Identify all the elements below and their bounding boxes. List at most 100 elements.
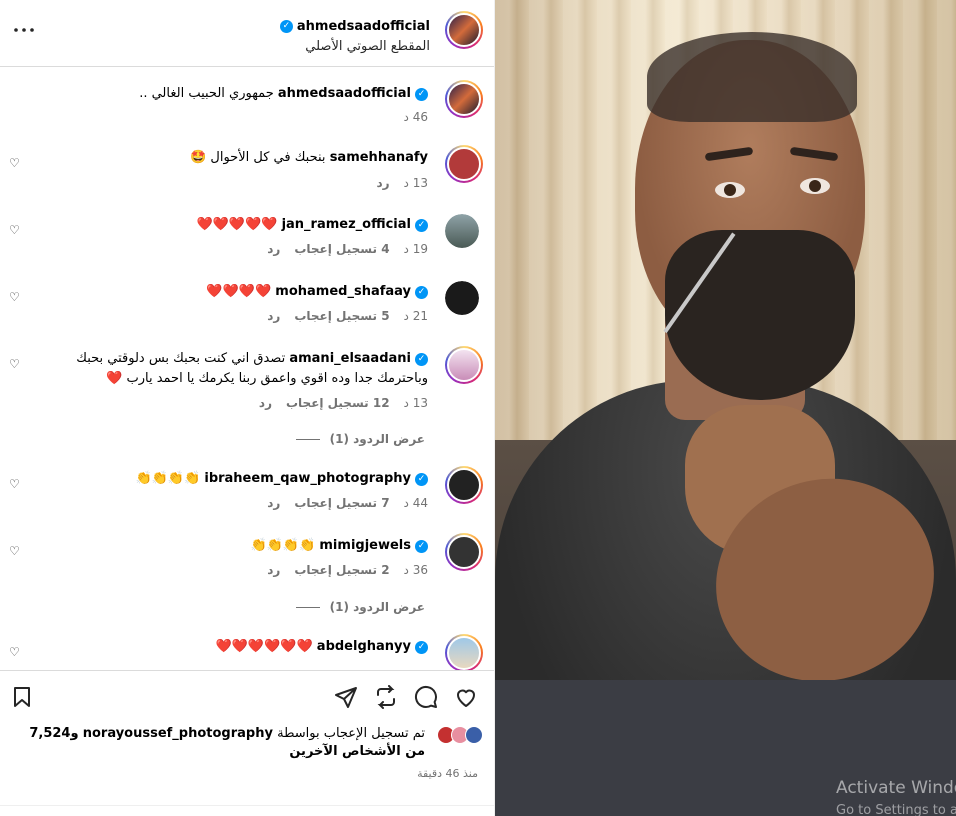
verified-badge-icon: ✓	[415, 539, 428, 553]
like-heart-icon[interactable]: ♡	[9, 291, 21, 303]
view-replies-button[interactable]: عرض الردود (1)	[295, 432, 425, 446]
liker-avatar	[465, 726, 483, 744]
comment-avatar[interactable]	[445, 145, 483, 183]
comment-time[interactable]: 21 د	[404, 309, 428, 323]
like-heart-icon[interactable]: ♡	[9, 358, 21, 370]
comment-likes[interactable]: 5 تسجيل إعجاب	[294, 309, 389, 323]
like-heart-icon[interactable]: ♡	[9, 157, 21, 169]
comment-username[interactable]: ibraheem_qaw_photography	[204, 469, 411, 489]
comment-body: abdelghanyy ✓ ❤️❤️❤️❤️❤️❤️	[38, 637, 428, 657]
comment-username-row[interactable]: mohamed_shafaay ✓	[275, 282, 428, 302]
reply-button[interactable]: رد	[267, 309, 280, 323]
verified-badge-icon: ✓	[415, 218, 428, 232]
comment-username[interactable]: samehhanafy	[330, 148, 428, 168]
comment-meta: 19 د 4 تسجيل إعجاب رد	[267, 242, 428, 256]
caption-username-row[interactable]: ahmedsaadofficial ✓	[278, 84, 428, 104]
comment-text: ❤️❤️❤️❤️❤️	[196, 217, 278, 232]
comment-meta: 13 د رد	[376, 176, 428, 190]
comment-text: 👏👏👏👏	[135, 471, 201, 486]
header-username[interactable]: ahmedsaadofficial	[297, 19, 430, 34]
comment-time[interactable]: 44 د	[404, 496, 428, 510]
like-heart-icon[interactable]: ♡	[9, 646, 21, 658]
activate-windows-watermark: Activate Windows	[836, 778, 956, 798]
post-time[interactable]: منذ 46 دقيقة	[417, 767, 478, 780]
comment-meta: 44 د 7 تسجيل إعجاب رد	[267, 496, 428, 510]
verified-badge-icon: ✓	[415, 87, 428, 101]
reply-button[interactable]: رد	[376, 176, 389, 190]
more-horizontal-icon[interactable]	[12, 18, 36, 42]
share-icon[interactable]	[334, 685, 358, 709]
caption-time[interactable]: 46 د	[404, 110, 428, 124]
comment-time[interactable]: 36 د	[404, 563, 428, 577]
like-heart-icon[interactable]	[454, 685, 478, 709]
comment-icon[interactable]	[414, 685, 438, 709]
comment-username[interactable]: mohamed_shafaay	[275, 282, 411, 302]
comment-time[interactable]: 19 د	[404, 242, 428, 256]
header-avatar[interactable]	[445, 11, 483, 49]
comment-username-row[interactable]: ibraheem_qaw_photography ✓	[204, 469, 428, 489]
comment-username[interactable]: mimigjewels	[319, 536, 411, 556]
reply-button[interactable]: رد	[267, 242, 280, 256]
liked-by-username[interactable]: norayoussef_photography	[83, 726, 273, 741]
person-beard	[665, 230, 855, 400]
view-replies-button[interactable]: عرض الردود (1)	[295, 600, 425, 614]
verified-badge-icon: ✓	[415, 285, 428, 299]
right-eye	[800, 178, 830, 194]
comment-text: 👏👏👏👏	[250, 538, 316, 553]
caption-body: ahmedsaadofficial ✓ جمهوري الحبيب الغالي…	[38, 84, 428, 104]
comment-username-row[interactable]: jan_ramez_official ✓	[282, 215, 428, 235]
comment-body: ibraheem_qaw_photography ✓ 👏👏👏👏	[38, 469, 428, 489]
comment-avatar[interactable]	[445, 281, 479, 315]
comment-username[interactable]: amani_elsaadani	[289, 349, 411, 369]
comment-time[interactable]: 13 د	[404, 396, 428, 410]
comment-meta: 21 د 5 تسجيل إعجاب رد	[267, 309, 428, 323]
comment-likes[interactable]: 4 تسجيل إعجاب	[294, 242, 389, 256]
post-header: ✓ ahmedsaadofficial المقطع الصوتي الأصلي	[0, 0, 494, 67]
comment-likes[interactable]: 12 تسجيل إعجاب	[286, 396, 390, 410]
reply-button[interactable]: رد	[267, 563, 280, 577]
activate-windows-subtext: Go to Settings to activate Windows.	[836, 803, 956, 816]
comment-username[interactable]: jan_ramez_official	[282, 215, 411, 235]
comment-likes[interactable]: 7 تسجيل إعجاب	[294, 496, 389, 510]
comment-avatar[interactable]	[445, 533, 483, 571]
audio-subtitle[interactable]: المقطع الصوتي الأصلي	[280, 39, 430, 54]
reply-button[interactable]: رد	[267, 496, 280, 510]
repost-icon[interactable]	[374, 685, 398, 709]
comment-username-row[interactable]: mimigjewels ✓	[319, 536, 428, 556]
comment-username-row[interactable]: samehhanafy	[330, 148, 428, 168]
add-comment-bar[interactable]	[0, 805, 494, 816]
caption-text: جمهوري الحبيب الغالي ..	[139, 86, 274, 101]
bookmark-icon[interactable]	[10, 685, 34, 709]
likers-avatars[interactable]	[437, 726, 483, 744]
comment-avatar[interactable]	[445, 214, 479, 248]
like-heart-icon[interactable]: ♡	[9, 545, 21, 557]
comment-meta: 36 د 2 تسجيل إعجاب رد	[267, 563, 428, 577]
verified-badge-icon: ✓	[415, 640, 428, 654]
comment-avatar[interactable]	[445, 346, 483, 384]
likes-summary: تم تسجيل الإعجاب بواسطة norayoussef_phot…	[25, 725, 425, 761]
view-replies-label[interactable]: عرض الردود (1)	[330, 432, 425, 446]
comment-body: jan_ramez_official ✓ ❤️❤️❤️❤️❤️	[38, 215, 428, 235]
likes-prefix: تم تسجيل الإعجاب بواسطة	[277, 726, 425, 741]
comment-likes[interactable]: 2 تسجيل إعجاب	[294, 563, 389, 577]
comment-username[interactable]: abdelghanyy	[317, 637, 411, 657]
comment-meta: 13 د 12 تسجيل إعجاب رد	[259, 396, 428, 410]
verified-badge-icon: ✓	[279, 20, 293, 33]
caption-username[interactable]: ahmedsaadofficial	[278, 84, 411, 104]
like-heart-icon[interactable]: ♡	[9, 224, 21, 236]
header-username-row[interactable]: ✓ ahmedsaadofficial	[279, 19, 430, 34]
reply-button[interactable]: رد	[259, 396, 272, 410]
comment-username-row[interactable]: abdelghanyy ✓	[317, 637, 428, 657]
comment-username-row[interactable]: amani_elsaadani ✓	[289, 349, 428, 369]
like-heart-icon[interactable]: ♡	[9, 478, 21, 490]
comments-panel: ✓ ahmedsaadofficial المقطع الصوتي الأصلي…	[0, 0, 495, 816]
view-replies-label[interactable]: عرض الردود (1)	[330, 600, 425, 614]
comment-time[interactable]: 13 د	[404, 176, 428, 190]
comment-avatar[interactable]	[445, 466, 483, 504]
comment-avatar[interactable]	[445, 634, 483, 672]
reel-video[interactable]: Activate Windows Go to Settings to activ…	[495, 0, 956, 816]
comment-text: بنحبك في كل الأحوال 🤩	[190, 150, 326, 165]
person-hair	[647, 32, 857, 122]
caption-meta: 46 د	[404, 110, 428, 124]
caption-avatar[interactable]	[445, 80, 483, 118]
